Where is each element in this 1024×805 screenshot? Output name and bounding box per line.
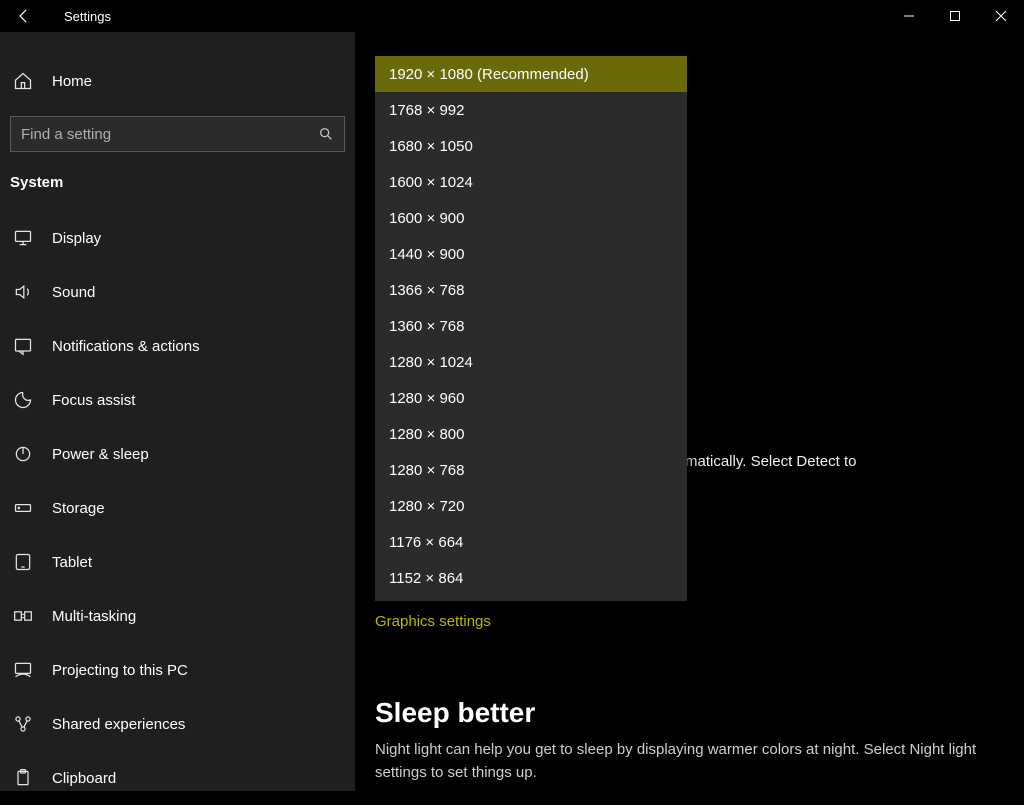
sound-icon <box>12 281 34 303</box>
window-title: Settings <box>48 9 111 24</box>
search-wrap <box>10 116 345 152</box>
resolution-option[interactable]: 1920 × 1080 (Recommended) <box>375 56 687 92</box>
back-arrow-icon <box>16 8 32 24</box>
resolution-option[interactable]: 1280 × 960 <box>375 380 687 416</box>
resolution-option[interactable]: 1768 × 992 <box>375 92 687 128</box>
resolution-dropdown[interactable]: 1920 × 1080 (Recommended)1768 × 9921680 … <box>375 56 687 601</box>
focus-assist-icon <box>12 389 34 411</box>
sidebar-item-focus-assist[interactable]: Focus assist <box>0 373 355 427</box>
sidebar-item-storage[interactable]: Storage <box>0 481 355 535</box>
resolution-option[interactable]: 1176 × 664 <box>375 524 687 560</box>
sidebar-item-label: Notifications & actions <box>52 338 200 355</box>
resolution-option[interactable]: 1280 × 720 <box>375 488 687 524</box>
sidebar-item-label: Tablet <box>52 554 92 571</box>
display-icon <box>12 227 34 249</box>
resolution-option[interactable]: 1440 × 900 <box>375 236 687 272</box>
storage-icon <box>12 497 34 519</box>
sidebar-item-label: Clipboard <box>52 770 116 787</box>
notifications-icon <box>12 335 34 357</box>
resolution-dropdown-list[interactable]: 1920 × 1080 (Recommended)1768 × 9921680 … <box>375 56 687 601</box>
sidebar-item-label: Sound <box>52 284 95 301</box>
resolution-option[interactable]: 1680 × 1050 <box>375 128 687 164</box>
sidebar: Home System Display Sound Notifications & … <box>0 32 355 791</box>
sidebar-item-label: Power & sleep <box>52 446 149 463</box>
category-system: System <box>0 174 355 211</box>
sidebar-item-power-sleep[interactable]: Power & sleep <box>0 427 355 481</box>
search-icon <box>318 126 334 142</box>
sidebar-item-tablet[interactable]: Tablet <box>0 535 355 589</box>
power-icon <box>12 443 34 465</box>
resolution-option[interactable]: 1280 × 1024 <box>375 344 687 380</box>
sidebar-item-label: Focus assist <box>52 392 135 409</box>
resolution-option[interactable]: 1360 × 768 <box>375 308 687 344</box>
sidebar-item-label: Display <box>52 230 101 247</box>
graphics-settings-link[interactable]: Graphics settings <box>375 613 491 630</box>
projecting-icon <box>12 659 34 681</box>
sidebar-item-label: Projecting to this PC <box>52 662 188 679</box>
maximize-icon <box>949 10 961 22</box>
resolution-option[interactable]: 1152 × 864 <box>375 560 687 596</box>
resolution-option[interactable]: 1280 × 768 <box>375 452 687 488</box>
resolution-option[interactable]: 1600 × 900 <box>375 200 687 236</box>
home-button[interactable]: Home <box>0 60 355 102</box>
nav-list: Display Sound Notifications & actions Focus… <box>0 211 355 805</box>
sleep-better-heading: Sleep better <box>375 697 535 729</box>
tablet-icon <box>12 551 34 573</box>
sidebar-item-multitasking[interactable]: Multi-tasking <box>0 589 355 643</box>
sidebar-item-display[interactable]: Display <box>0 211 355 265</box>
resolution-option[interactable]: 1600 × 1024 <box>375 164 687 200</box>
sidebar-item-projecting[interactable]: Projecting to this PC <box>0 643 355 697</box>
clipboard-icon <box>12 767 34 789</box>
titlebar: Settings <box>0 0 1024 32</box>
minimize-button[interactable] <box>886 0 932 32</box>
multitasking-icon <box>12 605 34 627</box>
sidebar-item-label: Storage <box>52 500 105 517</box>
home-icon <box>12 70 34 92</box>
close-icon <box>995 10 1007 22</box>
sidebar-item-sound[interactable]: Sound <box>0 265 355 319</box>
sidebar-item-label: Multi-tasking <box>52 608 136 625</box>
window-buttons <box>886 0 1024 32</box>
search-box[interactable] <box>10 116 345 152</box>
sidebar-item-clipboard[interactable]: Clipboard <box>0 751 355 805</box>
sidebar-item-label: Shared experiences <box>52 716 185 733</box>
maximize-button[interactable] <box>932 0 978 32</box>
detect-text-fragment: matically. Select Detect to <box>685 453 856 470</box>
resolution-option[interactable]: 1280 × 800 <box>375 416 687 452</box>
back-button[interactable] <box>0 0 48 32</box>
main-content: matically. Select Detect to Graphics set… <box>355 32 1024 791</box>
shared-icon <box>12 713 34 735</box>
sidebar-item-notifications[interactable]: Notifications & actions <box>0 319 355 373</box>
close-button[interactable] <box>978 0 1024 32</box>
sidebar-item-shared-exp[interactable]: Shared experiences <box>0 697 355 751</box>
resolution-option[interactable]: 1366 × 768 <box>375 272 687 308</box>
home-label: Home <box>52 73 92 90</box>
search-input[interactable] <box>21 126 318 143</box>
minimize-icon <box>903 10 915 22</box>
sleep-better-body: Night light can help you get to sleep by… <box>375 739 995 784</box>
